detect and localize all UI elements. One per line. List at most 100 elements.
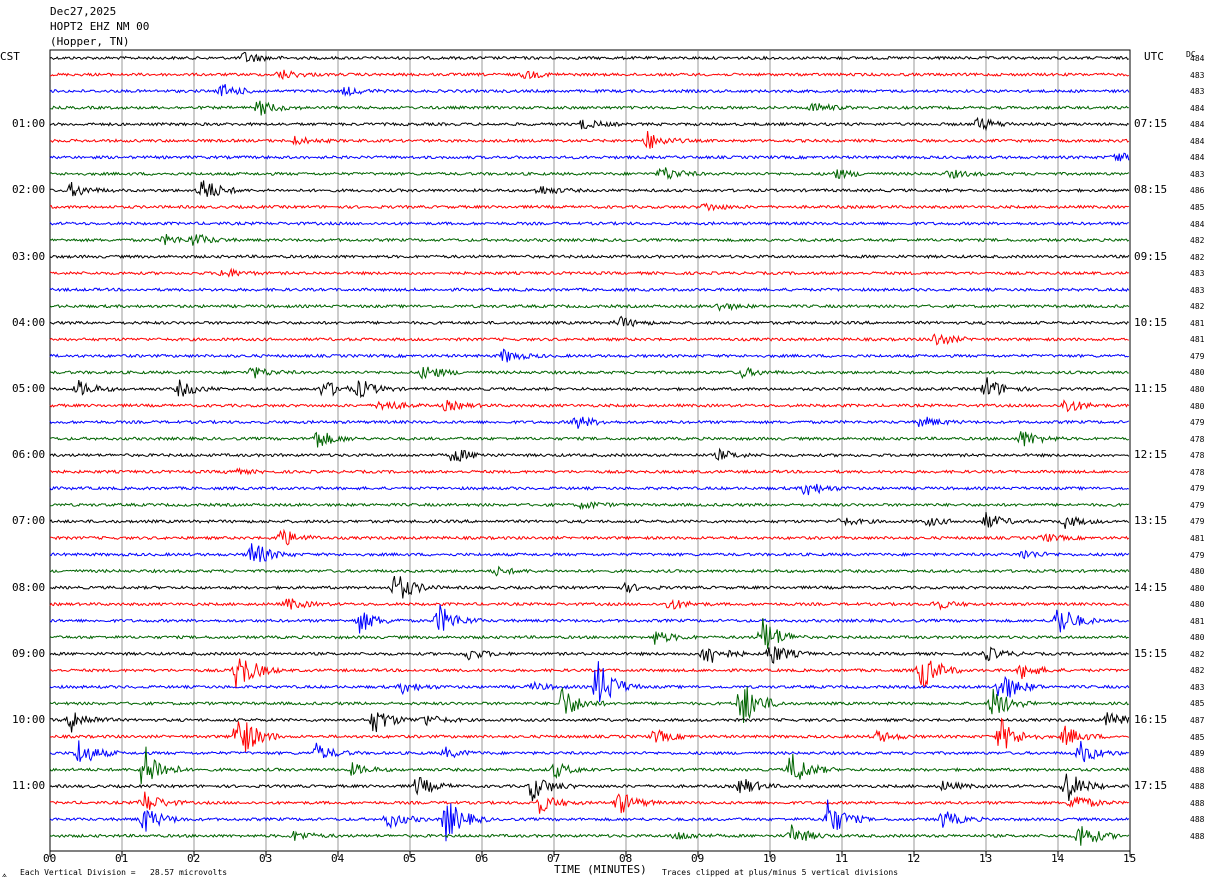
dc-offset-label: 483 xyxy=(1190,682,1205,692)
dc-offset-label: 484 xyxy=(1190,219,1205,229)
dc-offset-label: 485 xyxy=(1190,699,1205,709)
seismic-trace-3 xyxy=(49,84,1130,97)
left-hour-label: 01:00 xyxy=(12,117,46,131)
x-tick-label: 15 xyxy=(1123,852,1137,865)
seismic-trace-19 xyxy=(49,348,1129,363)
dc-offset-label: 482 xyxy=(1190,252,1205,262)
dc-offset-label: 482 xyxy=(1190,666,1205,676)
x-tick-label: 04 xyxy=(331,852,345,865)
seismic-trace-33 xyxy=(49,575,1129,599)
seismic-trace-6 xyxy=(49,131,1130,149)
dc-offset-label: 487 xyxy=(1190,716,1205,725)
seismic-trace-9 xyxy=(49,180,1130,197)
dc-offset-label: 481 xyxy=(1190,533,1205,543)
x-tick-label: 11 xyxy=(835,852,849,865)
dc-offset-label: 488 xyxy=(1190,798,1205,808)
seismic-trace-42 xyxy=(49,717,1130,753)
right-hour-label: 10:15 xyxy=(1134,315,1168,329)
right-hour-label: 15:15 xyxy=(1134,646,1168,660)
x-tick-label: 05 xyxy=(403,852,417,865)
right-hour-label: 11:15 xyxy=(1134,382,1168,395)
x-tick-label: 13 xyxy=(979,852,993,865)
dc-offset-label: 482 xyxy=(1190,302,1205,312)
seismic-trace-30 xyxy=(50,528,1130,546)
seismic-trace-8 xyxy=(49,167,1130,180)
seismic-trace-37 xyxy=(49,646,1129,664)
dc-offset-label: 478 xyxy=(1190,467,1205,477)
dc-offset-label: 478 xyxy=(1190,451,1205,461)
seismic-trace-27 xyxy=(49,483,1130,496)
dc-offset-label: 483 xyxy=(1190,169,1205,179)
left-hour-label: 04:00 xyxy=(12,315,46,329)
seismic-trace-48 xyxy=(49,824,1130,846)
seismic-trace-16 xyxy=(49,303,1130,312)
seismic-trace-13 xyxy=(49,254,1130,260)
left-hour-label: 07:00 xyxy=(12,514,46,528)
dc-offset-label: 484 xyxy=(1190,120,1205,130)
dc-offset-label: 480 xyxy=(1190,600,1205,610)
x-tick-label: 02 xyxy=(187,852,201,865)
right-hour-label: 17:15 xyxy=(1134,779,1168,793)
dc-offset-label: 486 xyxy=(1190,186,1205,196)
dc-offset-label: 485 xyxy=(1190,732,1205,742)
seismic-trace-46 xyxy=(49,791,1129,814)
seismic-trace-22 xyxy=(49,399,1130,413)
right-hour-label: 16:15 xyxy=(1134,713,1168,726)
dc-offset-label: 479 xyxy=(1190,517,1205,527)
x-tick-label: 14 xyxy=(1051,852,1065,865)
clip-note: Traces clipped at plus/minus 5 vertical … xyxy=(662,868,899,877)
seismic-trace-23 xyxy=(49,416,1130,429)
right-hour-label: 08:15 xyxy=(1134,183,1168,197)
dc-offset-label: 480 xyxy=(1190,385,1205,394)
seismic-trace-2 xyxy=(49,69,1130,81)
seismic-trace-26 xyxy=(49,467,1129,476)
left-hour-label: 05:00 xyxy=(12,382,46,395)
dc-offset-label: 479 xyxy=(1190,484,1205,494)
seismic-trace-35 xyxy=(49,604,1130,634)
seismic-trace-4 xyxy=(49,100,1129,116)
dc-offset-label: 484 xyxy=(1190,103,1205,113)
dc-offset-label: 481 xyxy=(1190,318,1205,328)
dc-offset-label: 478 xyxy=(1190,434,1205,444)
right-hour-label: 09:15 xyxy=(1134,249,1168,263)
seismic-trace-11 xyxy=(49,220,1129,227)
seismic-trace-39 xyxy=(49,661,1130,702)
dc-offset-label: 482 xyxy=(1190,649,1205,659)
seismic-trace-31 xyxy=(49,543,1130,563)
left-hour-label: 10:00 xyxy=(12,713,46,726)
dc-offset-label: 480 xyxy=(1190,583,1205,593)
x-tick-label: 00 xyxy=(43,852,57,865)
seismic-trace-7 xyxy=(49,152,1130,162)
scale-note: Each Vertical Division = 28.57 microvolt… xyxy=(20,868,228,877)
dc-offset-label: 485 xyxy=(1190,202,1205,212)
seismic-trace-14 xyxy=(49,267,1129,278)
seismic-trace-34 xyxy=(49,598,1129,611)
dc-offset-label: 480 xyxy=(1190,567,1205,577)
x-axis-title: TIME (MINUTES) xyxy=(554,863,647,876)
seismic-trace-20 xyxy=(49,366,1129,380)
dc-offset-label: 480 xyxy=(1190,368,1205,378)
seismic-trace-38 xyxy=(49,658,1129,689)
seismic-trace-24 xyxy=(49,431,1130,448)
x-tick-label: 12 xyxy=(907,852,921,865)
dc-offset-label: 482 xyxy=(1190,236,1205,246)
right-hour-label: 13:15 xyxy=(1134,514,1168,528)
dc-offset-label: 489 xyxy=(1190,749,1205,759)
seismic-trace-41 xyxy=(49,712,1130,733)
seismic-trace-32 xyxy=(49,565,1130,577)
left-hour-label: 02:00 xyxy=(12,183,46,197)
seismic-trace-1 xyxy=(49,51,1130,63)
dc-offset-label: 488 xyxy=(1190,815,1205,825)
seismic-trace-29 xyxy=(49,512,1130,529)
dc-offset-label: 488 xyxy=(1190,765,1205,775)
seismic-trace-28 xyxy=(49,501,1129,511)
seismic-trace-21 xyxy=(50,377,1130,399)
dc-offset-label: 483 xyxy=(1190,269,1205,279)
right-hour-label: 07:15 xyxy=(1134,117,1168,131)
seismic-trace-15 xyxy=(49,287,1130,293)
x-tick-label: 10 xyxy=(763,852,777,865)
dc-offset-label: 479 xyxy=(1190,351,1205,361)
dc-offset-label: 484 xyxy=(1190,153,1205,163)
x-tick-label: 09 xyxy=(691,852,705,865)
seismic-trace-5 xyxy=(49,116,1130,132)
